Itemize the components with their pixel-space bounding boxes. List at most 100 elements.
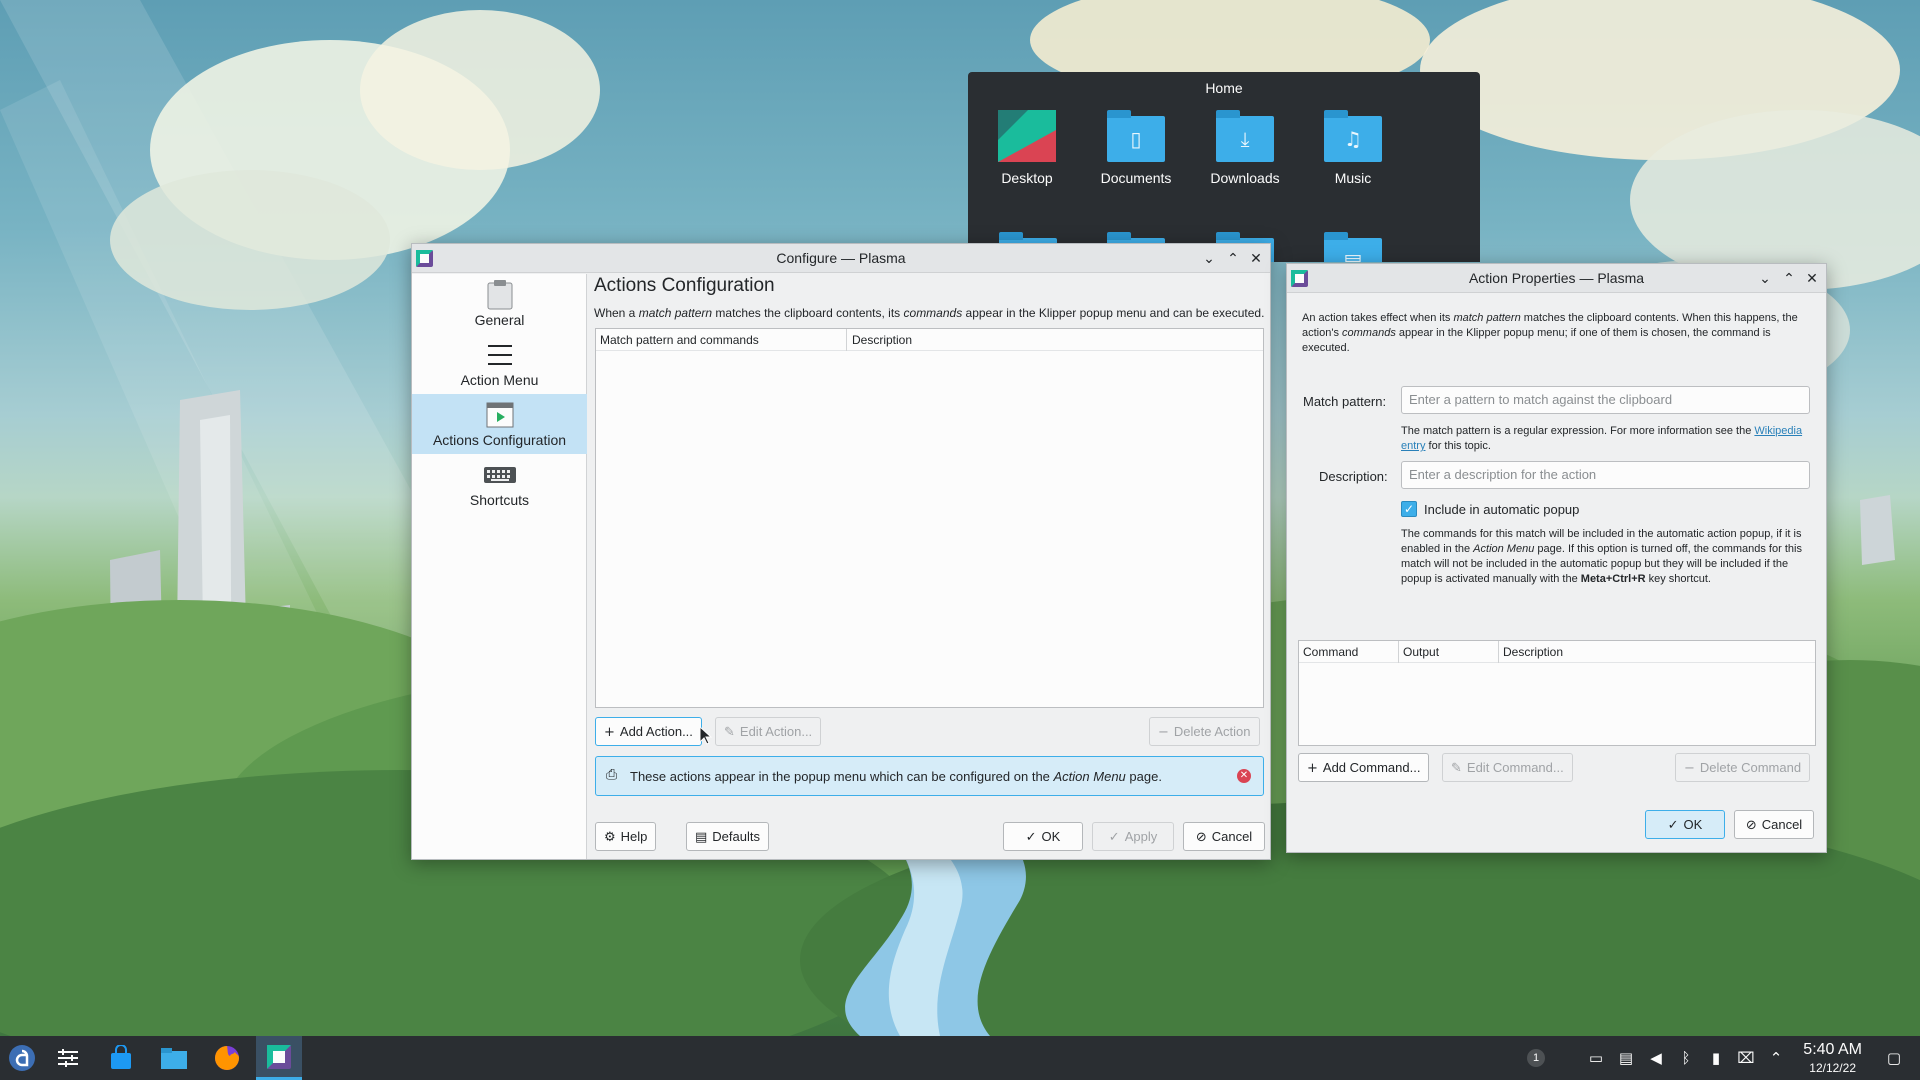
info-icon: ⎙ (606, 767, 618, 783)
maximize-icon[interactable]: ⌃ (1780, 270, 1798, 288)
action-properties-titlebar[interactable]: Action Properties — Plasma ⌄ ⌃ ✕ (1287, 264, 1826, 293)
page-title: Actions Configuration (594, 275, 775, 296)
apply-button[interactable]: ✓ Apply (1092, 822, 1174, 851)
column-header-command[interactable]: Command (1303, 645, 1358, 659)
pencil-icon: ✎ (724, 725, 735, 740)
desktop-folder-item[interactable]: Desktop (977, 110, 1077, 186)
downloads-folder-item[interactable]: ⤓ Downloads (1195, 110, 1295, 186)
add-action-button[interactable]: + Add Action... (595, 717, 702, 746)
discover-task-button[interactable] (99, 1036, 143, 1080)
sidebar-item-label: Action Menu (460, 372, 539, 388)
column-header-description[interactable]: Description (1503, 645, 1563, 659)
match-pattern-input[interactable]: Enter a pattern to match against the cli… (1401, 386, 1810, 414)
pager-button[interactable] (46, 1036, 90, 1080)
column-header-description[interactable]: Description (852, 333, 912, 347)
checkmark-icon: ✓ (1667, 818, 1679, 833)
documents-folder-label: Documents (1100, 170, 1172, 186)
delete-action-button[interactable]: − Delete Action (1149, 717, 1260, 746)
sidebar-item-label: General (474, 312, 525, 328)
clipboard-tray-icon[interactable]: ▤ (1616, 1048, 1636, 1068)
pencil-icon: ✎ (1451, 761, 1462, 776)
minimize-icon[interactable]: ⌄ (1200, 250, 1218, 268)
include-popup-label[interactable]: Include in automatic popup (1424, 502, 1579, 517)
column-header-output[interactable]: Output (1403, 645, 1439, 659)
dolphin-task-button[interactable] (152, 1036, 196, 1080)
description-input[interactable]: Enter a description for the action (1401, 461, 1810, 489)
klipper-task-button[interactable] (256, 1036, 302, 1080)
commands-table-header: Command Output Description (1299, 641, 1815, 663)
sidebar-item-actions-configuration[interactable]: Actions Configuration (412, 394, 587, 454)
keyboard-icon (412, 458, 587, 492)
column-header-match-pattern[interactable]: Match pattern and commands (600, 333, 759, 347)
delete-command-button[interactable]: − Delete Command (1675, 753, 1811, 782)
show-desktop-icon[interactable]: ▢ (1884, 1048, 1904, 1068)
notification-count-badge[interactable]: 1 (1527, 1049, 1545, 1067)
info-message-banner: ⎙ These actions appear in the popup menu… (595, 756, 1264, 796)
sidebar-item-general[interactable]: General (412, 274, 587, 334)
minimize-icon[interactable]: ⌄ (1756, 270, 1774, 288)
actions-table[interactable]: Match pattern and commands Description (595, 328, 1264, 708)
firefox-task-button[interactable] (205, 1036, 249, 1080)
edit-action-button[interactable]: ✎ Edit Action... (715, 717, 822, 746)
configure-plasma-window: Configure — Plasma ⌄ ⌃ ✕ General Action … (411, 243, 1271, 860)
documents-folder-item[interactable]: ▯ Documents (1086, 110, 1186, 186)
commands-table[interactable]: Command Output Description (1298, 640, 1816, 746)
music-folder-label: Music (1334, 170, 1372, 186)
sidebar-item-action-menu[interactable]: Action Menu (412, 334, 587, 394)
settings-sliders-icon (58, 1049, 78, 1067)
digital-clock[interactable]: 5:40 AM 12/12/22 (1803, 1040, 1862, 1076)
volume-icon[interactable]: ◀ (1646, 1048, 1666, 1068)
checkmark-icon: ✓ (1025, 830, 1037, 845)
config-sidebar: General Action Menu Actions Configuratio… (412, 274, 587, 859)
info-message-text: These actions appear in the popup menu w… (630, 769, 1162, 784)
actions-table-header: Match pattern and commands Description (596, 329, 1263, 351)
configure-window-title: Configure — Plasma (776, 250, 906, 266)
minus-icon: − (1684, 761, 1695, 776)
bluetooth-icon[interactable]: ᛒ (1676, 1048, 1696, 1068)
downloads-folder-label: Downloads (1210, 170, 1280, 186)
folder-view-title: Home (1205, 80, 1243, 96)
close-icon[interactable]: ✕ (1247, 250, 1265, 268)
network-icon[interactable]: ⌧ (1736, 1048, 1756, 1068)
help-icon: ⚙ (604, 830, 616, 845)
cancel-icon: ⊘ (1195, 830, 1207, 845)
klipper-app-icon (267, 1044, 291, 1069)
maximize-icon[interactable]: ⌃ (1224, 250, 1242, 268)
action-properties-window: Action Properties — Plasma ⌄ ⌃ ✕ An acti… (1286, 263, 1827, 853)
sidebar-item-shortcuts[interactable]: Shortcuts (412, 454, 587, 514)
page-description: When a match pattern matches the clipboa… (594, 306, 1265, 320)
mouse-cursor-icon (700, 727, 712, 745)
sidebar-item-label: Shortcuts (469, 492, 530, 508)
documents-folder-icon: ▯ (1107, 110, 1165, 162)
defaults-button[interactable]: ▤ Defaults (686, 822, 769, 851)
cancel-button[interactable]: ⊘ Cancel (1734, 810, 1814, 839)
cancel-button[interactable]: ⊘ Cancel (1183, 822, 1265, 851)
cancel-icon: ⊘ (1745, 818, 1757, 833)
clipboard-icon (412, 278, 587, 312)
taskbar-panel: 1 ▭ ▤ ◀ ᛒ ▮ ⌧ ⌃ 5:40 AM 12/12/22 ▢ (0, 1036, 1920, 1080)
ok-button[interactable]: ✓ OK (1645, 810, 1725, 839)
desktop-folder-icon (998, 110, 1056, 162)
shopping-bag-icon (111, 1045, 131, 1069)
display-icon[interactable]: ▭ (1586, 1048, 1606, 1068)
ok-button[interactable]: ✓ OK (1003, 822, 1083, 851)
edit-command-button[interactable]: ✎ Edit Command... (1442, 753, 1573, 782)
home-folder-view-widget: Home Desktop ▯ Documents ⤓ Downloads ♫ M… (968, 72, 1480, 262)
videos-folder-item[interactable]: ▤ (1324, 232, 1382, 262)
include-popup-checkbox[interactable]: ✓ (1401, 501, 1417, 517)
close-icon[interactable]: ✕ (1803, 270, 1821, 288)
add-command-button[interactable]: + Add Command... (1298, 753, 1430, 782)
firefox-icon (215, 1046, 239, 1070)
action-intro-text: An action takes effect when its match pa… (1302, 312, 1798, 354)
match-pattern-label: Match pattern: (1303, 394, 1387, 409)
description-label: Description: (1319, 469, 1388, 484)
checkmark-icon: ✓ (1108, 830, 1120, 845)
help-button[interactable]: ⚙ Help (595, 822, 657, 851)
music-folder-item[interactable]: ♫ Music (1303, 110, 1403, 186)
application-launcher-button[interactable] (0, 1036, 44, 1080)
usb-drive-icon[interactable]: ▮ (1706, 1048, 1726, 1068)
configure-titlebar[interactable]: Configure — Plasma ⌄ ⌃ ✕ (412, 244, 1270, 273)
close-message-icon[interactable]: ✕ (1237, 769, 1251, 783)
document-revert-icon: ▤ (695, 830, 708, 845)
expand-tray-chevron-icon[interactable]: ⌃ (1766, 1048, 1786, 1068)
